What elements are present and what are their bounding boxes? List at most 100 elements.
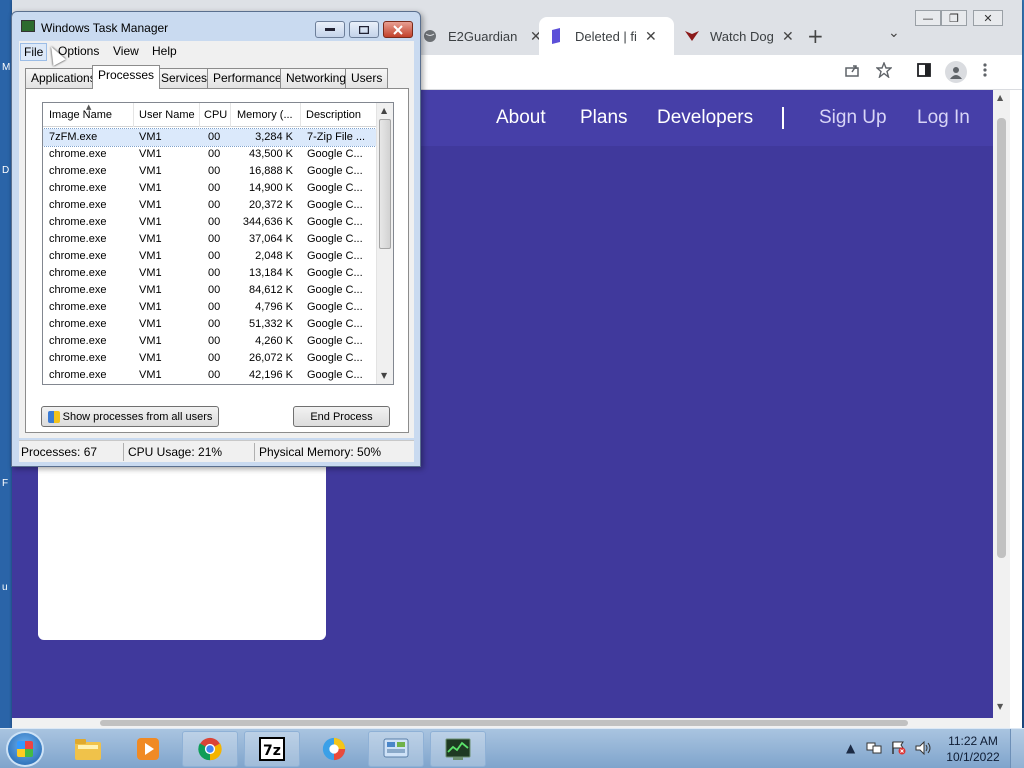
start-button[interactable] [6, 731, 44, 767]
menu-view[interactable]: View [110, 43, 142, 59]
scroll-thumb[interactable] [379, 119, 391, 249]
process-cpu: 00 [208, 301, 221, 313]
column-cpu[interactable]: CPU [204, 109, 228, 121]
desktop-icon-label[interactable]: F [2, 478, 8, 489]
desktop-icon-label[interactable]: D [2, 165, 9, 176]
table-row[interactable]: chrome.exe VM1 00 2,048 K Google C... [43, 248, 376, 265]
nav-about[interactable]: About [496, 107, 546, 129]
nav-sign-up[interactable]: Sign Up [819, 107, 887, 129]
scroll-thumb[interactable] [100, 720, 908, 726]
show-hidden-icons-icon[interactable]: ▲ [846, 741, 855, 755]
maximize-button[interactable]: ❐ [941, 10, 967, 26]
process-cpu: 00 [208, 318, 221, 330]
column-description[interactable]: Description [306, 109, 372, 121]
page-horizontal-scrollbar[interactable] [12, 718, 1010, 728]
volume-icon[interactable] [915, 740, 933, 758]
network-icon[interactable] [866, 741, 882, 758]
menu-help[interactable]: Help [149, 43, 180, 59]
scroll-down-icon[interactable]: ▼ [381, 371, 387, 380]
column-divider[interactable] [300, 103, 301, 127]
new-tab-button[interactable]: + [807, 24, 824, 48]
table-row[interactable]: chrome.exe VM1 00 42,196 K Google C... [43, 367, 376, 384]
system-clock[interactable]: 11:22 AM 10/1/2022 [944, 733, 1002, 765]
scroll-up-icon[interactable]: ▲ [381, 106, 387, 115]
maximize-button[interactable] [349, 21, 379, 38]
table-row[interactable]: chrome.exe VM1 00 4,260 K Google C... [43, 333, 376, 350]
taskbar-browser[interactable] [306, 731, 362, 767]
tab-applications[interactable]: Applications [25, 68, 102, 88]
taskbar-7zip[interactable]: 7z [244, 731, 300, 767]
table-row[interactable]: chrome.exe VM1 00 13,184 K Google C... [43, 265, 376, 282]
scroll-thumb[interactable] [997, 118, 1006, 558]
process-user-name: VM1 [139, 233, 162, 245]
table-row[interactable]: chrome.exe VM1 00 26,072 K Google C... [43, 350, 376, 367]
show-all-processes-button[interactable]: Show processes from all users [41, 406, 219, 427]
task-manager-titlebar[interactable]: Windows Task Manager [12, 12, 420, 40]
column-image-name[interactable]: Image Name [49, 109, 131, 121]
table-row[interactable]: chrome.exe VM1 00 84,612 K Google C... [43, 282, 376, 299]
tab-networking[interactable]: Networking [280, 68, 353, 88]
status-divider [254, 443, 255, 461]
tab-performance[interactable]: Performance [207, 68, 288, 88]
taskbar-windows-explorer[interactable] [60, 731, 116, 767]
nav-plans[interactable]: Plans [580, 107, 628, 129]
tab-users[interactable]: Users [345, 68, 389, 88]
table-row[interactable]: chrome.exe VM1 00 14,900 K Google C... [43, 180, 376, 197]
process-user-name: VM1 [139, 301, 162, 313]
tab-deleted[interactable]: Deleted | file ✕ [539, 17, 674, 55]
table-row[interactable]: chrome.exe VM1 00 16,888 K Google C... [43, 163, 376, 180]
side-panel-icon[interactable] [916, 62, 932, 82]
table-row[interactable]: 7zFM.exe VM1 00 3,284 K 7-Zip File ... [43, 128, 377, 147]
process-image-name: chrome.exe [49, 216, 107, 228]
scroll-down-icon[interactable]: ▼ [997, 702, 1003, 711]
profile-avatar[interactable] [945, 61, 967, 83]
process-user-name: VM1 [139, 199, 162, 211]
document-icon [549, 28, 565, 44]
task-manager-window: Windows Task Manager File Options View H… [11, 11, 421, 467]
tab-processes[interactable]: Processes [92, 65, 161, 89]
bookmark-star-icon[interactable] [875, 61, 893, 82]
tab-watch-dogs[interactable]: Watch Dogs ✕ [674, 17, 804, 55]
table-row[interactable]: chrome.exe VM1 00 344,636 K Google C... [43, 214, 376, 231]
menu-file[interactable]: File [20, 43, 48, 61]
taskbar-control-panel[interactable] [368, 731, 424, 767]
table-row[interactable]: chrome.exe VM1 00 20,372 K Google C... [43, 197, 376, 214]
column-divider[interactable] [199, 103, 200, 127]
more-menu-icon[interactable] [982, 62, 988, 82]
desktop-icon-label[interactable]: u [2, 582, 8, 593]
process-list-scrollbar[interactable]: ▲ ▼ [376, 103, 393, 384]
share-icon[interactable] [844, 62, 860, 82]
minimize-button[interactable]: — [915, 10, 941, 26]
tab-e2guardian[interactable]: E2Guardian ✕ [412, 17, 552, 55]
column-divider[interactable] [230, 103, 231, 127]
process-user-name: VM1 [139, 267, 162, 279]
process-cpu: 00 [208, 250, 221, 262]
desktop-icon-label[interactable]: M [2, 62, 10, 73]
column-user-name[interactable]: User Name [139, 109, 199, 121]
process-memory: 43,500 K [248, 148, 293, 160]
tab-services[interactable]: Services [155, 68, 214, 88]
column-divider[interactable] [133, 103, 134, 127]
end-process-button[interactable]: End Process [293, 406, 390, 427]
table-row[interactable]: chrome.exe VM1 00 43,500 K Google C... [43, 146, 376, 163]
nav-developers[interactable]: Developers [657, 107, 753, 129]
taskbar-task-manager[interactable] [430, 731, 486, 767]
close-window-button[interactable]: ✕ [973, 10, 1003, 26]
column-memory[interactable]: Memory (... [237, 109, 299, 121]
tab-search-chevron-icon[interactable]: ⌄ [888, 25, 900, 41]
show-desktop-button[interactable] [1010, 729, 1024, 768]
table-row[interactable]: chrome.exe VM1 00 37,064 K Google C... [43, 231, 376, 248]
taskbar-chrome[interactable] [182, 731, 238, 767]
close-button[interactable] [383, 21, 413, 38]
minimize-button[interactable] [315, 21, 345, 38]
page-vertical-scrollbar[interactable]: ▲ ▼ [993, 90, 1010, 718]
action-center-flag-icon[interactable] [891, 741, 907, 758]
table-row[interactable]: chrome.exe VM1 00 4,796 K Google C... [43, 299, 376, 316]
nav-log-in[interactable]: Log In [917, 107, 970, 129]
tab-close-icon[interactable]: ✕ [782, 28, 794, 45]
process-memory: 14,900 K [248, 182, 293, 194]
table-row[interactable]: chrome.exe VM1 00 51,332 K Google C... [43, 316, 376, 333]
taskbar-media-player[interactable] [120, 731, 176, 767]
tab-close-icon[interactable]: ✕ [645, 28, 657, 45]
scroll-up-icon[interactable]: ▲ [997, 93, 1003, 102]
